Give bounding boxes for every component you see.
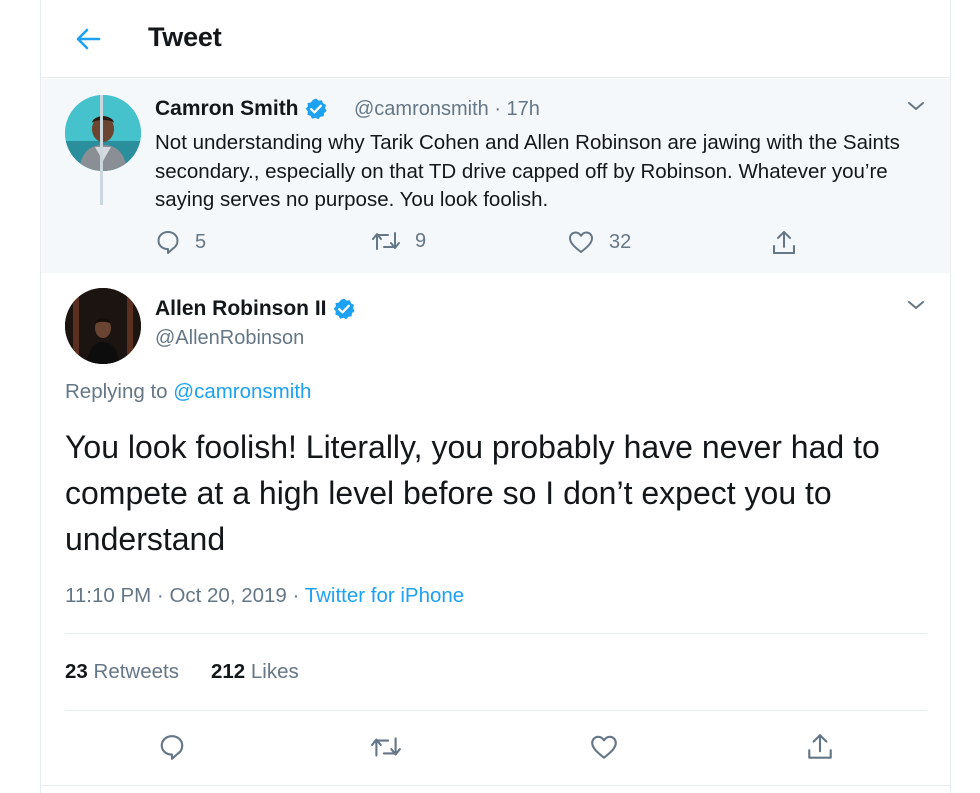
share-icon <box>773 231 795 254</box>
replying-prefix: Replying to <box>65 380 174 403</box>
share-button[interactable] <box>803 730 837 764</box>
more-options-button[interactable] <box>906 298 926 317</box>
reply-icon <box>160 735 184 760</box>
share-button[interactable] <box>771 229 797 257</box>
retweet-button[interactable]: 9 <box>371 229 426 253</box>
retweet-button[interactable] <box>369 730 403 764</box>
author-name[interactable]: Camron Smith <box>155 97 328 121</box>
reply-button[interactable]: 5 <box>155 229 206 255</box>
arrow-left-icon <box>76 28 101 50</box>
likes-stat[interactable]: 212 Likes <box>211 660 299 684</box>
reply-icon <box>157 231 179 254</box>
like-count: 32 <box>609 230 632 253</box>
author-handle[interactable]: @camronsmith · 17h <box>354 98 540 121</box>
tweet-column: Tweet Camron Smith @camronsmith · 17h No… <box>40 0 951 793</box>
divider <box>65 710 927 711</box>
like-button[interactable] <box>587 730 621 764</box>
tweet-source-link[interactable]: Twitter for iPhone <box>305 584 465 607</box>
retweet-icon <box>372 232 400 250</box>
verified-badge-icon <box>306 98 327 120</box>
reply-button[interactable] <box>155 730 189 764</box>
tweet-meta: 11:10 PM · Oct 20, 2019 · Twitter for iP… <box>65 584 464 608</box>
tweet-time: · 17h <box>488 98 540 120</box>
heart-icon <box>569 231 593 253</box>
page-header: Tweet <box>41 0 950 78</box>
share-icon <box>808 734 832 759</box>
retweet-count: 9 <box>415 229 427 252</box>
replying-to: Replying to @camronsmith <box>65 380 311 404</box>
back-button[interactable] <box>71 22 105 56</box>
author-name-text: Camron Smith <box>155 97 299 120</box>
tweet-text: Not understanding why Tarik Cohen and Al… <box>155 131 900 211</box>
divider <box>65 633 927 634</box>
author-name[interactable]: Allen Robinson II <box>155 297 356 321</box>
more-options-button[interactable] <box>906 99 926 118</box>
likes-label: Likes <box>245 660 299 683</box>
author-name-text: Allen Robinson II <box>155 297 327 320</box>
reply-count: 5 <box>195 230 207 253</box>
heart-icon <box>591 735 617 759</box>
avatar-image <box>65 95 141 171</box>
author-handle-text: @camronsmith <box>354 98 489 120</box>
retweets-count: 23 <box>65 660 88 683</box>
avatar[interactable] <box>65 288 141 364</box>
parent-tweet[interactable]: Camron Smith @camronsmith · 17h Not unde… <box>41 79 950 273</box>
chevron-down-icon <box>908 301 924 309</box>
avatar[interactable] <box>65 95 141 171</box>
divider <box>41 785 950 786</box>
tweet-text: You look foolish! Literally, you probabl… <box>65 429 880 557</box>
author-handle[interactable]: @AllenRobinson <box>155 327 304 350</box>
retweet-icon <box>371 737 401 757</box>
chevron-down-icon <box>908 102 924 110</box>
page-title: Tweet <box>148 22 222 52</box>
replying-handle-link[interactable]: @camronsmith <box>173 380 311 403</box>
avatar-image <box>65 288 141 364</box>
thread-connector <box>100 95 103 205</box>
like-button[interactable]: 32 <box>567 229 631 255</box>
retweets-label: Retweets <box>87 660 179 683</box>
verified-badge-icon <box>334 298 355 320</box>
retweets-stat[interactable]: 23 Retweets <box>65 660 179 684</box>
likes-count: 212 <box>210 660 246 683</box>
tweet-timestamp[interactable]: 11:10 PM · Oct 20, 2019 · <box>65 584 305 607</box>
tweet-stats: 23 Retweets 212 Likes <box>65 660 299 684</box>
